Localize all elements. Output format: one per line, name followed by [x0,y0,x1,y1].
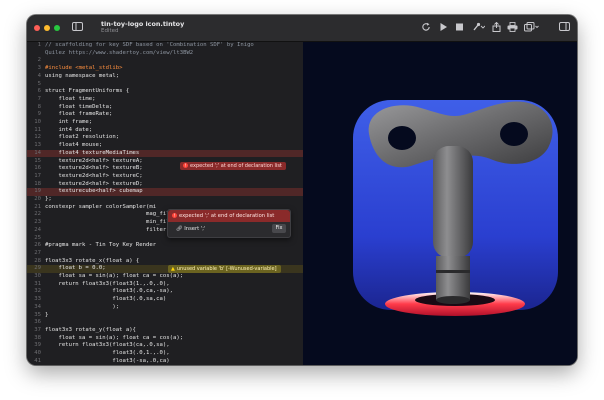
code-line-error[interactable]: 14 float4 textureMediaTimes [27,149,303,158]
code-line[interactable]: 9 float frameRate; [27,111,303,119]
document-status: Edited [101,28,119,34]
code-line[interactable]: 10 int frame; [27,119,303,127]
fix-it-popup: ! expected ';' at end of declaration list… [167,209,291,238]
code-line[interactable]: 20}; [27,196,303,204]
brush-icon[interactable] [472,22,486,36]
tin-toy-key-render [303,42,577,365]
code-line[interactable]: 1// scaffolding for key SDF based on 'Co… [27,42,303,50]
code-line[interactable]: 30 float sa = sin(a); float ca = cos(a); [27,273,303,281]
fix-it-icon: 🔗︎ [176,226,183,232]
code-line[interactable]: 17 texture2d<half> textureC; [27,173,303,181]
code-line[interactable]: 41 float3(-sa,.0,ca) [27,358,303,365]
fix-it-header: ! expected ';' at end of declaration list [168,210,290,222]
code-line[interactable]: 40 float3(.0,1.,.0), [27,350,303,358]
fix-button[interactable]: Fix [272,224,286,233]
refresh-icon[interactable] [421,22,431,36]
code-line[interactable]: 12 float2 resolution; [27,134,303,142]
code-line[interactable]: 27 [27,250,303,258]
code-line[interactable]: 6 struct FragmentUniforms { [27,88,303,96]
code-line[interactable]: 8 float timeDelta; [27,104,303,112]
code-line[interactable]: 36 [27,319,303,327]
code-line[interactable]: 18 texture2d<half> textureD; [27,181,303,189]
printer-icon[interactable] [507,22,518,36]
code-line[interactable]: 31 return float3x3(float3(1.,.0,.0), [27,281,303,289]
error-annotation[interactable]: ! expected ';' at end of declaration list [180,162,286,170]
code-line[interactable]: 13 float4 mouse; [27,142,303,150]
code-line[interactable]: 37 float3x3 rotate_y(float a){ [27,327,303,335]
play-icon[interactable] [439,22,448,36]
code-line[interactable]: 33 float3(.0,sa,ca) [27,296,303,304]
code-line[interactable]: 4 using namespace metal; [27,73,303,81]
inspector-icon[interactable] [559,22,570,35]
code-line[interactable]: 5 [27,81,303,89]
error-icon: ! [172,213,177,218]
app-window: tin-toy-logo icon.tintoy Edited 1// scaf… [27,15,577,365]
close-window-button[interactable] [34,25,40,31]
code-line[interactable]: Quilez https://www.shadertoy.com/view/lt… [27,50,303,58]
code-line[interactable]: 39 return float3x3(float3(ca,.0,sa), [27,342,303,350]
code-line[interactable]: 26 #pragma mark - Tin Toy Key Render [27,242,303,250]
code-line[interactable]: 35} [27,312,303,320]
stop-icon[interactable] [455,22,464,36]
zoom-window-button[interactable] [54,25,60,31]
render-preview[interactable] [303,42,577,365]
sidebar-icon[interactable] [72,22,83,35]
code-line[interactable]: 38 float sa = sin(a); float ca = cos(a); [27,335,303,343]
code-line[interactable]: 32 float3(.0,ca,-sa), [27,288,303,296]
warning-annotation[interactable]: ▲ unused variable 'b' [-Wunused-variable] [168,265,281,273]
duplicate-icon[interactable] [524,22,539,36]
code-line[interactable]: 34 ); [27,304,303,312]
code-line-error[interactable]: 19 texturecube<half> cubemap [27,188,303,196]
error-icon: ! [183,163,188,168]
fix-it-suggestion[interactable]: 🔗︎ Insert ';' [176,225,205,233]
code-editor[interactable]: 1// scaffolding for key SDF based on 'Co… [27,42,303,365]
code-line[interactable]: 7 float time; [27,96,303,104]
export-icon[interactable] [492,21,501,36]
minimize-window-button[interactable] [44,25,50,31]
title-bar: tin-toy-logo icon.tintoy Edited [27,15,577,42]
code-line[interactable]: 3 #include <metal_stdlib> [27,65,303,73]
code-line[interactable]: 11 int4 date; [27,127,303,135]
window-title: tin-toy-logo icon.tintoy [101,20,185,28]
warning-icon: ▲ [171,266,175,272]
code-line[interactable]: 2 [27,57,303,65]
